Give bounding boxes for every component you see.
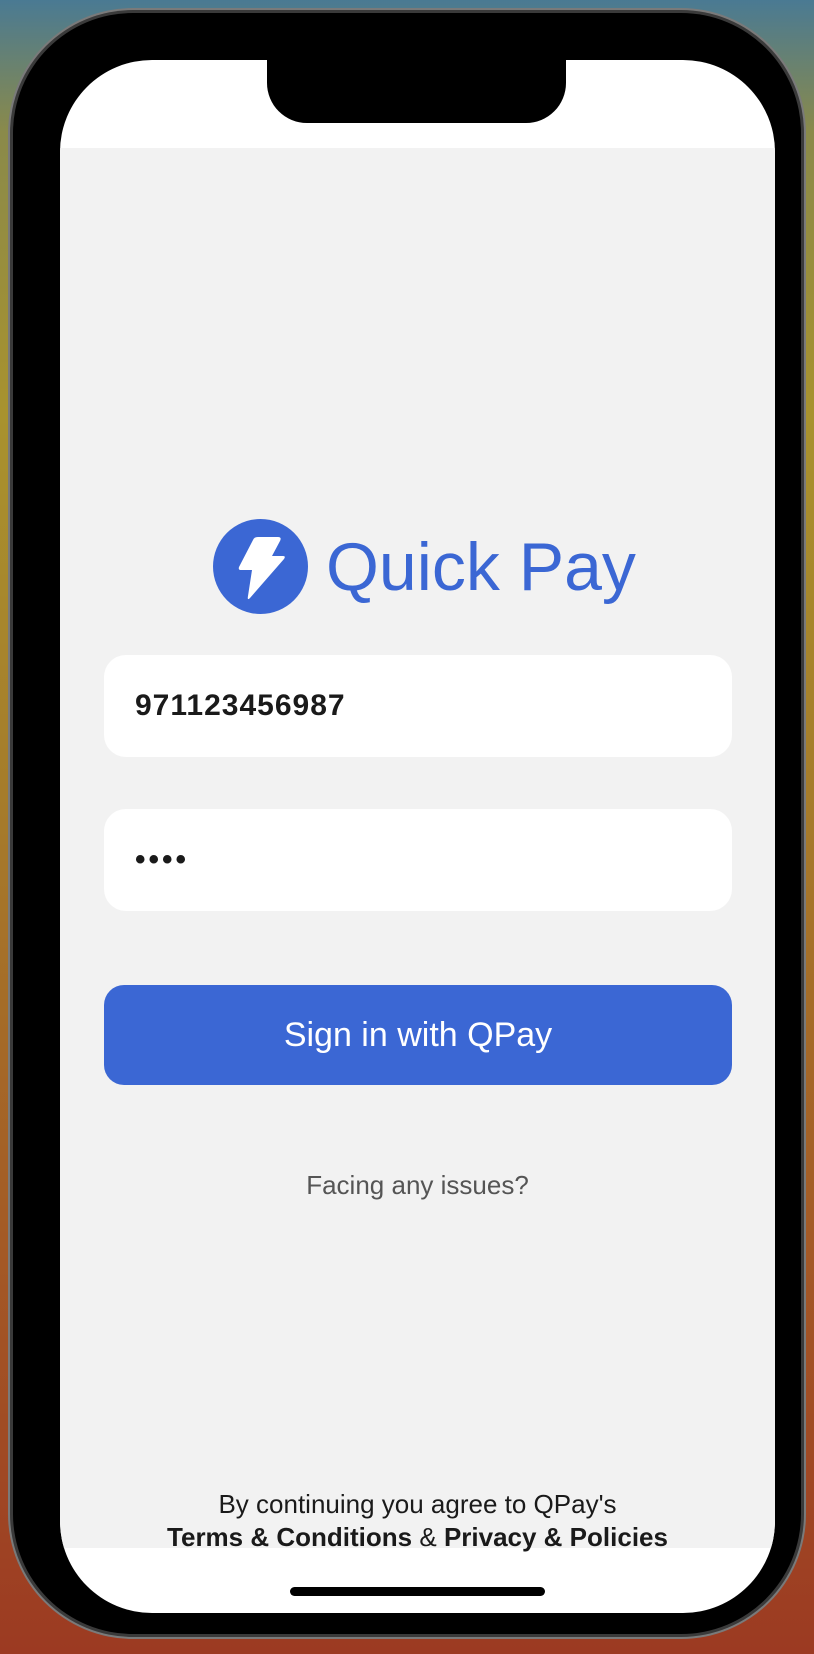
phone-input[interactable]: 971123456987 xyxy=(104,655,732,757)
terms-footer: By continuing you agree to QPay's Terms … xyxy=(60,1488,775,1554)
sign-in-button[interactable]: Sign in with QPay xyxy=(104,985,732,1085)
privacy-link[interactable]: Privacy & Policies xyxy=(444,1522,668,1552)
agree-text: By continuing you agree to QPay's xyxy=(218,1489,617,1519)
lightning-bolt-icon xyxy=(213,519,308,614)
home-indicator[interactable] xyxy=(290,1587,545,1596)
password-input[interactable]: •••• xyxy=(104,809,732,911)
app-logo: Quick Pay xyxy=(213,519,636,614)
phone-frame: Quick Pay 971123456987 •••• Sign in with… xyxy=(13,13,801,1634)
app-name: Quick Pay xyxy=(326,528,636,605)
terms-link[interactable]: Terms & Conditions xyxy=(167,1522,412,1552)
notch xyxy=(267,60,566,123)
joiner-text: & xyxy=(419,1522,437,1552)
facing-issues-link[interactable]: Facing any issues? xyxy=(60,1170,775,1201)
login-screen: Quick Pay 971123456987 •••• Sign in with… xyxy=(60,148,775,1552)
phone-screen: Quick Pay 971123456987 •••• Sign in with… xyxy=(60,60,775,1613)
